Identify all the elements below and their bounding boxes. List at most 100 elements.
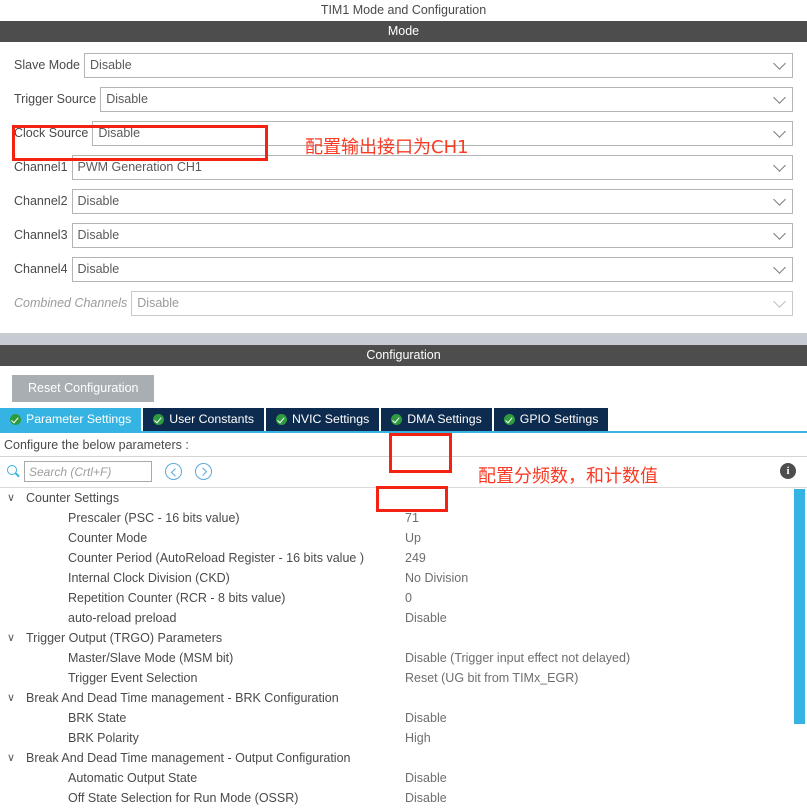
dropdown-trigger-source[interactable]: Disable — [100, 86, 793, 112]
tree-group-trgo-parameters[interactable]: ∨ Trigger Output (TRGO) Parameters — [0, 628, 807, 648]
label-clock-source: Clock Source — [14, 126, 89, 140]
chevron-down-icon: ∨ — [6, 752, 16, 764]
tab-gpio-settings[interactable]: GPIO Settings — [493, 407, 609, 431]
green-check-icon — [503, 413, 515, 425]
param-label: Repetition Counter (RCR - 8 bits value) — [68, 590, 286, 605]
value-slave-mode: Disable — [90, 58, 132, 72]
green-check-icon — [276, 413, 288, 425]
green-check-icon — [391, 413, 403, 425]
dropdown-channel4[interactable]: Disable — [71, 256, 793, 282]
label-trigger-source: Trigger Source — [14, 92, 97, 106]
parameter-tree: ∨ Counter Settings Prescaler (PSC - 16 b… — [0, 486, 807, 811]
search-row: i — [0, 456, 807, 487]
dropdown-channel2[interactable]: Disable — [71, 188, 793, 214]
param-label: Trigger Event Selection — [68, 670, 198, 685]
tab-label: DMA Settings — [407, 412, 482, 426]
param-value: Disable — [405, 710, 447, 725]
value-channel3: Disable — [77, 228, 120, 242]
tree-scrollbar[interactable] — [794, 488, 805, 811]
label-combined-channels: Combined Channels — [14, 296, 128, 310]
tab-label: User Constants — [169, 412, 255, 426]
dropdown-channel3[interactable]: Disable — [71, 222, 793, 248]
tree-row-trigger-event-selection[interactable]: Trigger Event Selection Reset (UG bit fr… — [0, 668, 807, 688]
tree-group-output-configuration[interactable]: ∨ Break And Dead Time management - Outpu… — [0, 748, 807, 768]
param-value: Reset (UG bit from TIMx_EGR) — [405, 670, 579, 685]
configuration-section-header: Configuration — [0, 345, 807, 366]
configure-hint: Configure the below parameters : — [0, 432, 807, 457]
chevron-down-icon — [773, 57, 786, 70]
search-input[interactable] — [24, 461, 152, 482]
param-label: Automatic Output State — [68, 770, 198, 785]
tree-row-counter-mode[interactable]: Counter Mode Up — [0, 528, 807, 548]
param-label: auto-reload preload — [68, 610, 177, 625]
tab-nvic-settings[interactable]: NVIC Settings — [266, 407, 380, 431]
reset-row: Reset Configuration — [0, 366, 807, 410]
chevron-right-circle-icon[interactable] — [195, 463, 212, 480]
chevron-down-icon: ∨ — [6, 692, 16, 704]
row-channel4: Channel4 Disable — [0, 255, 807, 283]
tab-user-constants[interactable]: User Constants — [143, 407, 265, 431]
tree-row-internal-clock-division[interactable]: Internal Clock Division (CKD) No Divisio… — [0, 568, 807, 588]
param-label: Internal Clock Division (CKD) — [68, 570, 230, 585]
param-label: Off State Selection for Run Mode (OSSR) — [68, 790, 299, 805]
param-value: Up — [405, 530, 421, 545]
tree-group-brk-configuration[interactable]: ∨ Break And Dead Time management - BRK C… — [0, 688, 807, 708]
value-channel1: PWM Generation CH1 — [77, 160, 202, 174]
param-label: Master/Slave Mode (MSM bit) — [68, 650, 234, 665]
tree-row-ossi[interactable]: Off State Selection for Idle Mode (OSSI)… — [0, 808, 807, 811]
param-value: 0 — [405, 590, 412, 605]
value-channel2: Disable — [77, 194, 120, 208]
tab-label: NVIC Settings — [292, 412, 370, 426]
row-channel2: Channel2 Disable — [0, 187, 807, 215]
param-value: Disable — [405, 790, 447, 805]
param-value: Disable — [405, 770, 447, 785]
tree-row-ossr[interactable]: Off State Selection for Run Mode (OSSR) … — [0, 788, 807, 808]
row-trigger-source: Trigger Source Disable — [0, 85, 807, 113]
section-divider — [0, 333, 807, 345]
tree-row-automatic-output-state[interactable]: Automatic Output State Disable — [0, 768, 807, 788]
tree-row-master-slave-mode[interactable]: Master/Slave Mode (MSM bit) Disable (Tri… — [0, 648, 807, 668]
label-channel4: Channel4 — [14, 262, 68, 276]
tab-parameter-settings[interactable]: Parameter Settings — [0, 407, 142, 431]
configuration-body: Reset Configuration Parameter Settings U… — [0, 366, 807, 811]
annotation-text-prescaler-period: 配置分频数，和计数值 — [478, 466, 658, 487]
chevron-down-icon — [773, 91, 786, 104]
chevron-down-icon — [773, 159, 786, 172]
dropdown-slave-mode[interactable]: Disable — [84, 52, 793, 78]
param-label: BRK State — [68, 710, 127, 725]
mode-form: Slave Mode Disable Trigger Source Disabl… — [0, 42, 807, 333]
chevron-down-icon — [773, 193, 786, 206]
tree-scrollbar-thumb[interactable] — [794, 488, 805, 724]
tab-dma-settings[interactable]: DMA Settings — [381, 407, 492, 431]
tab-label: Parameter Settings — [26, 412, 132, 426]
green-check-icon — [10, 413, 21, 425]
value-channel4: Disable — [77, 262, 120, 276]
tab-label: GPIO Settings — [519, 412, 599, 426]
chevron-down-icon — [773, 125, 786, 138]
label-channel1: Channel1 — [14, 160, 68, 174]
search-icon — [6, 464, 20, 479]
tree-row-brk-state[interactable]: BRK State Disable — [0, 708, 807, 728]
value-combined-channels: Disable — [137, 296, 179, 310]
group-label: Counter Settings — [26, 490, 120, 505]
tree-row-counter-period[interactable]: Counter Period (AutoReload Register - 16… — [0, 548, 807, 568]
dropdown-combined-channels: Disable — [131, 290, 793, 316]
chevron-left-circle-icon[interactable] — [165, 463, 182, 480]
param-value: No Division — [405, 570, 469, 585]
row-channel3: Channel3 Disable — [0, 221, 807, 249]
param-value: Disable (Trigger input effect not delaye… — [405, 650, 631, 665]
tree-row-prescaler[interactable]: Prescaler (PSC - 16 bits value) 71 — [0, 508, 807, 528]
reset-configuration-button[interactable]: Reset Configuration — [12, 375, 155, 402]
tree-row-repetition-counter[interactable]: Repetition Counter (RCR - 8 bits value) … — [0, 588, 807, 608]
tree-row-auto-reload-preload[interactable]: auto-reload preload Disable — [0, 608, 807, 628]
tree-row-brk-polarity[interactable]: BRK Polarity High — [0, 728, 807, 748]
param-label: Counter Mode — [68, 530, 148, 545]
group-label: Trigger Output (TRGO) Parameters — [26, 630, 223, 645]
chevron-down-icon — [773, 227, 786, 240]
mode-section-header: Mode — [0, 21, 807, 42]
param-value: High — [405, 730, 431, 745]
settings-tabbar: Parameter Settings User Constants NVIC S… — [0, 407, 807, 433]
tree-group-counter-settings[interactable]: ∨ Counter Settings — [0, 488, 807, 508]
label-slave-mode: Slave Mode — [14, 58, 81, 72]
info-icon[interactable]: i — [780, 462, 796, 479]
